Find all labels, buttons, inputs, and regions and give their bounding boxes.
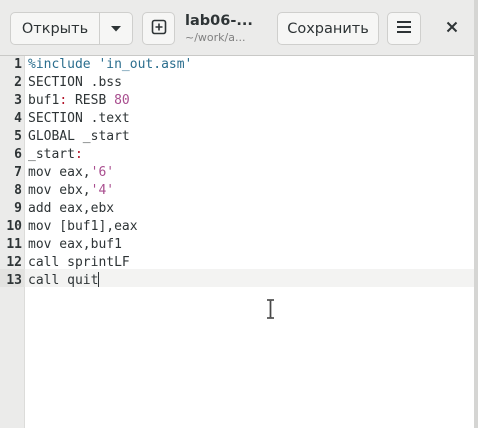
open-recent-menu-button[interactable] — [99, 12, 133, 45]
code-token: : — [74, 147, 83, 162]
line-number: 11 — [6, 237, 22, 252]
save-button-label: Сохранить — [287, 20, 369, 37]
code-token: %include — [28, 57, 99, 72]
line-code: %include 'in_out.asm' — [28, 56, 192, 74]
code-line[interactable]: 12 call sprintLF — [0, 254, 474, 272]
document-title-block: lab06-... ~/work/a... — [185, 12, 271, 46]
code-line[interactable]: 10 mov [buf1],eax — [0, 218, 474, 236]
line-number: 13 — [6, 273, 22, 288]
code-token: call sprintLF — [28, 255, 130, 270]
code-token: '4' — [90, 183, 115, 198]
close-icon — [446, 21, 458, 37]
code-line[interactable]: 9 add eax,ebx — [0, 200, 474, 218]
header-bar: Открыть lab06-... ~/work/a... Сохранить — [0, 0, 474, 56]
code-token: mov eax, — [28, 165, 91, 180]
code-line[interactable]: 11 mov eax,buf1 — [0, 236, 474, 254]
desktop-background — [474, 0, 478, 428]
code-token: buf1 — [28, 93, 60, 108]
line-code: SECTION .text — [28, 110, 130, 128]
code-lines: 1 %include 'in_out.asm' 2 SECTION .bss 3 buf1… — [0, 56, 474, 290]
text-cursor-ibeam-icon — [266, 299, 275, 319]
code-line[interactable]: 3 buf1: RESB 80 — [0, 92, 474, 110]
main-menu-button[interactable] — [387, 12, 421, 45]
line-code: mov eax,buf1 — [28, 236, 122, 254]
code-editor[interactable]: 1 %include 'in_out.asm' 2 SECTION .bss 3 buf1… — [0, 56, 474, 428]
line-code: call quit — [28, 272, 100, 290]
code-token: 'in_out.asm' — [98, 57, 193, 72]
line-code: mov [buf1],eax — [28, 218, 138, 236]
line-number: 10 — [6, 219, 22, 234]
code-token: _start — [28, 147, 75, 162]
line-number: 6 — [14, 147, 22, 162]
code-token: SECTION .bss — [28, 75, 122, 90]
line-code: mov eax,'6' — [28, 164, 114, 182]
text-editor-window: Открыть lab06-... ~/work/a... Сохранить — [0, 0, 474, 428]
line-number: 9 — [14, 201, 22, 216]
text-caret — [98, 272, 100, 287]
save-button[interactable]: Сохранить — [277, 12, 379, 45]
line-number: 7 — [14, 165, 22, 180]
code-token: call quit — [28, 273, 99, 288]
document-title: lab06-... — [185, 13, 253, 29]
code-token: SECTION .text — [28, 111, 130, 126]
code-token: 80 — [114, 93, 130, 108]
code-token: RESB — [67, 93, 115, 108]
code-token: mov eax,buf1 — [28, 237, 122, 252]
code-line[interactable]: 1 %include 'in_out.asm' — [0, 56, 474, 74]
code-token: GLOBAL _start — [28, 129, 130, 144]
code-line[interactable]: 7 mov eax,'6' — [0, 164, 474, 182]
line-code: _start: — [28, 146, 83, 164]
close-window-button[interactable] — [437, 12, 467, 45]
code-line[interactable]: 13 call quit — [0, 272, 474, 290]
line-number: 3 — [14, 93, 22, 108]
code-token: mov [buf1],eax — [28, 219, 138, 234]
line-number: 5 — [14, 129, 22, 144]
code-line[interactable]: 8 mov ebx,'4' — [0, 182, 474, 200]
new-document-icon — [151, 19, 167, 39]
line-code: GLOBAL _start — [28, 128, 130, 146]
open-button-label: Открыть — [21, 20, 89, 37]
code-line[interactable]: 6 _start: — [0, 146, 474, 164]
line-code: SECTION .bss — [28, 74, 122, 92]
code-line[interactable]: 2 SECTION .bss — [0, 74, 474, 92]
code-token: '6' — [90, 165, 115, 180]
line-number: 1 — [14, 57, 22, 72]
code-token: : — [59, 93, 68, 108]
document-path: ~/work/a... — [185, 31, 246, 44]
chevron-down-icon — [110, 21, 122, 37]
hamburger-menu-icon — [396, 20, 412, 38]
new-tab-button[interactable] — [142, 12, 175, 45]
line-code: call sprintLF — [28, 254, 130, 272]
open-button[interactable]: Открыть — [10, 12, 100, 45]
line-number: 12 — [6, 255, 22, 270]
code-line[interactable]: 4 SECTION .text — [0, 110, 474, 128]
code-token: add eax,ebx — [28, 201, 115, 216]
line-code: buf1: RESB 80 — [28, 92, 130, 110]
line-number: 4 — [14, 111, 22, 126]
line-code: mov ebx,'4' — [28, 182, 114, 200]
line-number: 8 — [14, 183, 22, 198]
code-line[interactable]: 5 GLOBAL _start — [0, 128, 474, 146]
code-token: mov ebx, — [28, 183, 91, 198]
line-code: add eax,ebx — [28, 200, 114, 218]
line-number: 2 — [14, 75, 22, 90]
